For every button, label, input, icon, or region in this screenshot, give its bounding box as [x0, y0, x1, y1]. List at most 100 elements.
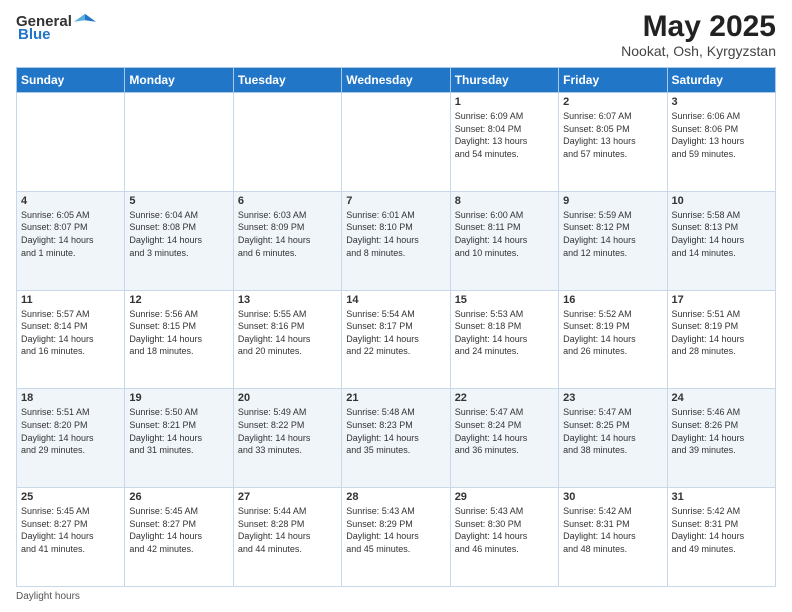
day-number: 22	[455, 392, 554, 404]
day-number: 2	[563, 96, 662, 108]
day-info: Sunrise: 5:57 AM Sunset: 8:14 PM Dayligh…	[21, 308, 120, 358]
calendar-cell: 9 Sunrise: 5:59 AM Sunset: 8:12 PM Daylig…	[559, 191, 667, 290]
calendar-cell: 31 Sunrise: 5:42 AM Sunset: 8:31 PM Dayli…	[667, 488, 775, 587]
day-number: 24	[672, 392, 771, 404]
day-number: 6	[238, 195, 337, 207]
calendar-cell: 21 Sunrise: 5:48 AM Sunset: 8:23 PM Dayli…	[342, 389, 450, 488]
day-number: 25	[21, 491, 120, 503]
calendar-cell	[233, 93, 341, 192]
calendar-cell: 25Sunrise: 5:45 AM Sunset: 8:27 PM Dayli…	[17, 488, 125, 587]
calendar-cell: 19 Sunrise: 5:50 AM Sunset: 8:21 PM Dayli…	[125, 389, 233, 488]
calendar-cell: 6 Sunrise: 6:03 AM Sunset: 8:09 PM Daylig…	[233, 191, 341, 290]
calendar-cell: 3Sunrise: 6:06 AM Sunset: 8:06 PM Daylig…	[667, 93, 775, 192]
calendar-cell: 11 Sunrise: 5:57 AM Sunset: 8:14 PM Dayli…	[17, 290, 125, 389]
day-number: 19	[129, 392, 228, 404]
day-info: Sunrise: 5:50 AM Sunset: 8:21 PM Dayligh…	[129, 406, 228, 456]
col-header-friday: Friday	[559, 68, 667, 93]
day-info: Sunrise: 5:54 AM Sunset: 8:17 PM Dayligh…	[346, 308, 445, 358]
page-title: May 2025	[621, 10, 776, 43]
calendar-cell: 8Sunrise: 6:00 AM Sunset: 8:11 PM Daylig…	[450, 191, 558, 290]
day-info: Sunrise: 5:51 AM Sunset: 8:20 PM Dayligh…	[21, 406, 120, 456]
footer-text: Daylight hours	[16, 591, 80, 602]
day-number: 30	[563, 491, 662, 503]
calendar-cell: 14 Sunrise: 5:54 AM Sunset: 8:17 PM Dayli…	[342, 290, 450, 389]
header: General Blue May 2025 Nookat, Osh, Kyrgy…	[16, 10, 776, 59]
day-info: Sunrise: 5:43 AM Sunset: 8:30 PM Dayligh…	[455, 505, 554, 555]
calendar-cell: 20 Sunrise: 5:49 AM Sunset: 8:22 PM Dayli…	[233, 389, 341, 488]
day-info: Sunrise: 5:44 AM Sunset: 8:28 PM Dayligh…	[238, 505, 337, 555]
day-number: 10	[672, 195, 771, 207]
calendar-cell: 27 Sunrise: 5:44 AM Sunset: 8:28 PM Dayli…	[233, 488, 341, 587]
calendar-week-1: 1 Sunrise: 6:09 AM Sunset: 8:04 PM Daylig…	[17, 93, 776, 192]
calendar-cell: 10Sunrise: 5:58 AM Sunset: 8:13 PM Dayli…	[667, 191, 775, 290]
logo-bird-icon	[74, 10, 96, 32]
day-info: Sunrise: 5:42 AM Sunset: 8:31 PM Dayligh…	[672, 505, 771, 555]
col-header-monday: Monday	[125, 68, 233, 93]
day-info: Sunrise: 6:06 AM Sunset: 8:06 PM Dayligh…	[672, 110, 771, 160]
day-number: 7	[346, 195, 445, 207]
calendar-week-4: 18 Sunrise: 5:51 AM Sunset: 8:20 PM Dayli…	[17, 389, 776, 488]
calendar-cell: 26 Sunrise: 5:45 AM Sunset: 8:27 PM Dayli…	[125, 488, 233, 587]
calendar-cell	[17, 93, 125, 192]
day-info: Sunrise: 5:52 AM Sunset: 8:19 PM Dayligh…	[563, 308, 662, 358]
calendar-cell: 24Sunrise: 5:46 AM Sunset: 8:26 PM Dayli…	[667, 389, 775, 488]
day-info: Sunrise: 6:09 AM Sunset: 8:04 PM Dayligh…	[455, 110, 554, 160]
col-header-wednesday: Wednesday	[342, 68, 450, 93]
day-number: 11	[21, 294, 120, 306]
calendar-week-3: 11 Sunrise: 5:57 AM Sunset: 8:14 PM Dayli…	[17, 290, 776, 389]
day-number: 13	[238, 294, 337, 306]
day-info: Sunrise: 5:47 AM Sunset: 8:25 PM Dayligh…	[563, 406, 662, 456]
day-number: 8	[455, 195, 554, 207]
day-info: Sunrise: 6:01 AM Sunset: 8:10 PM Dayligh…	[346, 209, 445, 259]
day-number: 14	[346, 294, 445, 306]
day-info: Sunrise: 5:49 AM Sunset: 8:22 PM Dayligh…	[238, 406, 337, 456]
calendar-cell: 15Sunrise: 5:53 AM Sunset: 8:18 PM Dayli…	[450, 290, 558, 389]
calendar-cell: 29 Sunrise: 5:43 AM Sunset: 8:30 PM Dayli…	[450, 488, 558, 587]
day-info: Sunrise: 5:55 AM Sunset: 8:16 PM Dayligh…	[238, 308, 337, 358]
day-number: 17	[672, 294, 771, 306]
day-info: Sunrise: 5:59 AM Sunset: 8:12 PM Dayligh…	[563, 209, 662, 259]
day-number: 9	[563, 195, 662, 207]
logo: General Blue	[16, 10, 96, 43]
calendar-cell: 13 Sunrise: 5:55 AM Sunset: 8:16 PM Dayli…	[233, 290, 341, 389]
day-number: 28	[346, 491, 445, 503]
day-number: 23	[563, 392, 662, 404]
calendar-cell: 16 Sunrise: 5:52 AM Sunset: 8:19 PM Dayli…	[559, 290, 667, 389]
calendar-cell: 30 Sunrise: 5:42 AM Sunset: 8:31 PM Dayli…	[559, 488, 667, 587]
calendar-cell: 18 Sunrise: 5:51 AM Sunset: 8:20 PM Dayli…	[17, 389, 125, 488]
day-info: Sunrise: 5:47 AM Sunset: 8:24 PM Dayligh…	[455, 406, 554, 456]
day-number: 1	[455, 96, 554, 108]
day-number: 31	[672, 491, 771, 503]
day-number: 21	[346, 392, 445, 404]
calendar-table: SundayMondayTuesdayWednesdayThursdayFrid…	[16, 67, 776, 587]
day-number: 27	[238, 491, 337, 503]
day-info: Sunrise: 5:45 AM Sunset: 8:27 PM Dayligh…	[129, 505, 228, 555]
day-number: 16	[563, 294, 662, 306]
day-number: 29	[455, 491, 554, 503]
footer-note: Daylight hours	[16, 591, 776, 602]
calendar-cell: 22 Sunrise: 5:47 AM Sunset: 8:24 PM Dayli…	[450, 389, 558, 488]
day-number: 4	[21, 195, 120, 207]
day-info: Sunrise: 5:48 AM Sunset: 8:23 PM Dayligh…	[346, 406, 445, 456]
calendar-cell: 12Sunrise: 5:56 AM Sunset: 8:15 PM Dayli…	[125, 290, 233, 389]
day-info: Sunrise: 6:05 AM Sunset: 8:07 PM Dayligh…	[21, 209, 120, 259]
day-info: Sunrise: 5:43 AM Sunset: 8:29 PM Dayligh…	[346, 505, 445, 555]
calendar-cell: 5Sunrise: 6:04 AM Sunset: 8:08 PM Daylig…	[125, 191, 233, 290]
day-number: 18	[21, 392, 120, 404]
calendar-cell: 1 Sunrise: 6:09 AM Sunset: 8:04 PM Daylig…	[450, 93, 558, 192]
calendar-week-5: 25 Sunrise: 5:45 AM Sunset: 8:27 PM Dayli…	[17, 488, 776, 587]
day-number: 26	[129, 491, 228, 503]
col-header-sunday: Sunday	[17, 68, 125, 93]
day-info: Sunrise: 6:03 AM Sunset: 8:09 PM Dayligh…	[238, 209, 337, 259]
day-number: 20	[238, 392, 337, 404]
calendar-cell: 7 Sunrise: 6:01 AM Sunset: 8:10 PM Daylig…	[342, 191, 450, 290]
day-info: Sunrise: 5:53 AM Sunset: 8:18 PM Dayligh…	[455, 308, 554, 358]
col-header-tuesday: Tuesday	[233, 68, 341, 93]
page: General Blue May 2025 Nookat, Osh, Kyrgy…	[0, 0, 792, 612]
calendar-cell: 4 Sunrise: 6:05 AM Sunset: 8:07 PM Daylig…	[17, 191, 125, 290]
page-subtitle: Nookat, Osh, Kyrgyzstan	[621, 43, 776, 59]
calendar-cell	[125, 93, 233, 192]
day-info: Sunrise: 5:42 AM Sunset: 8:31 PM Dayligh…	[563, 505, 662, 555]
calendar-cell: 17Sunrise: 5:51 AM Sunset: 8:19 PM Dayli…	[667, 290, 775, 389]
day-number: 5	[129, 195, 228, 207]
